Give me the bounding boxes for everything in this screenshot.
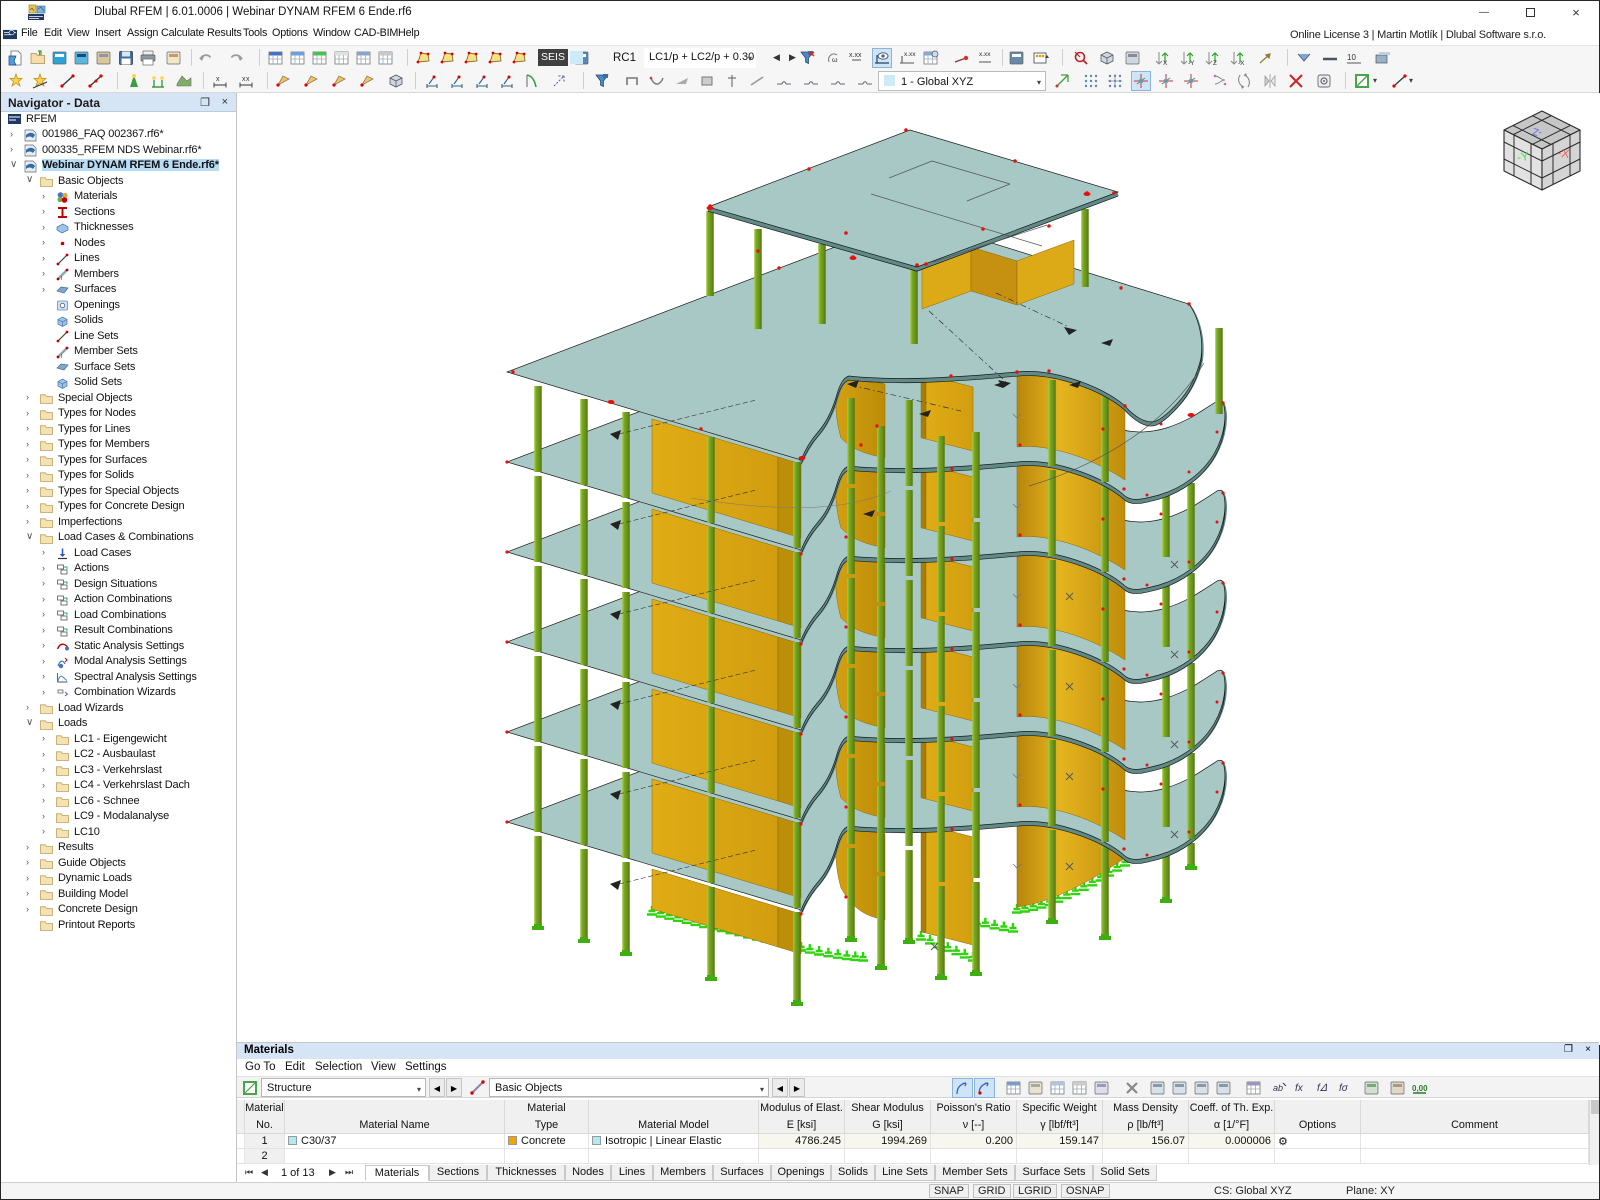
svg-text:fx: fx — [1295, 1083, 1304, 1094]
svg-text:I: I — [61, 276, 62, 281]
svg-text:x.xx: x.xx — [849, 52, 862, 59]
svg-text:ab: ab — [1273, 1083, 1283, 1093]
svg-text:-X: -X — [1238, 60, 1245, 67]
svg-text:-X: -X — [1556, 146, 1570, 162]
svg-text:x: x — [246, 76, 250, 83]
svg-text:-Y: -Y — [1188, 60, 1195, 67]
svg-text:x.xx: x.xx — [904, 51, 916, 58]
svg-text:ω: ω — [832, 57, 838, 64]
svg-text:0,00: 0,00 — [1412, 1084, 1428, 1093]
svg-text:10: 10 — [1347, 53, 1356, 62]
svg-text:I: I — [61, 354, 62, 359]
svg-text:f𝛥: f𝛥 — [1317, 1083, 1328, 1094]
svg-text:x: x — [216, 76, 220, 83]
svg-text:fσ: fσ — [1339, 1083, 1349, 1094]
svg-text:x.xx: x.xx — [979, 51, 991, 58]
svg-text:Z: Z — [1213, 60, 1217, 67]
svg-text:-Y: -Y — [1516, 149, 1530, 165]
svg-text:X: X — [1163, 60, 1168, 67]
